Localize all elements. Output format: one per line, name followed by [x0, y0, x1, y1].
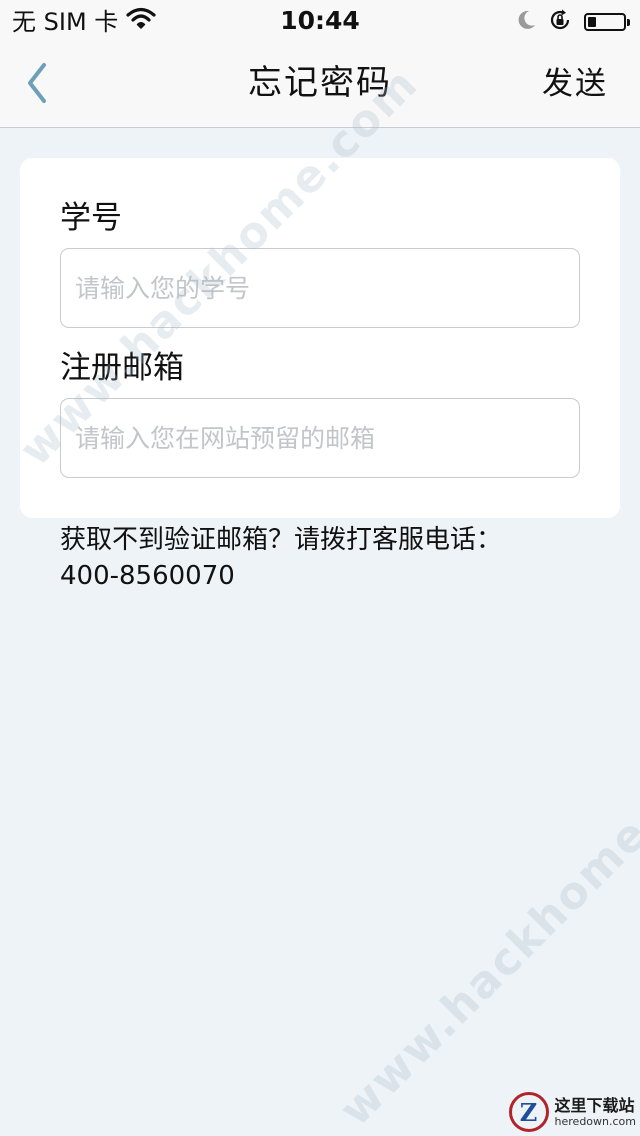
email-input[interactable] — [60, 398, 580, 478]
site-logo: Z 这里下载站 heredown.com — [508, 1092, 636, 1132]
battery-icon — [584, 13, 630, 31]
status-bar: 无 SIM 卡 10:44 — [0, 0, 640, 40]
logo-name: 这里下载站 — [554, 1095, 635, 1115]
logo-badge-icon: Z — [508, 1092, 549, 1132]
email-label: 注册邮箱 — [60, 350, 184, 386]
student-id-label: 学号 — [60, 200, 122, 236]
nav-bar: 忘记密码 发送 — [0, 40, 640, 128]
top-bar: 无 SIM 卡 10:44 忘记密码 发送 — [0, 0, 640, 128]
student-id-input[interactable] — [60, 248, 580, 328]
logo-url: heredown.com — [554, 1114, 636, 1128]
form-card: 学号 注册邮箱 — [20, 158, 620, 518]
battery-level — [588, 17, 596, 27]
moon-icon — [516, 9, 536, 35]
watermark-bottom: www.hackhome.com — [330, 717, 640, 1136]
send-button[interactable]: 发送 — [542, 62, 608, 106]
rotation-lock-icon — [548, 8, 572, 36]
status-right — [516, 8, 630, 36]
hotline-number: 400-8560070 — [60, 561, 235, 591]
help-message: 获取不到验证邮箱？请拨打客服电话： — [60, 525, 503, 555]
logo-text: 这里下载站 heredown.com — [554, 1095, 636, 1128]
help-text: 获取不到验证邮箱？请拨打客服电话： 400-8560070 — [60, 522, 600, 594]
